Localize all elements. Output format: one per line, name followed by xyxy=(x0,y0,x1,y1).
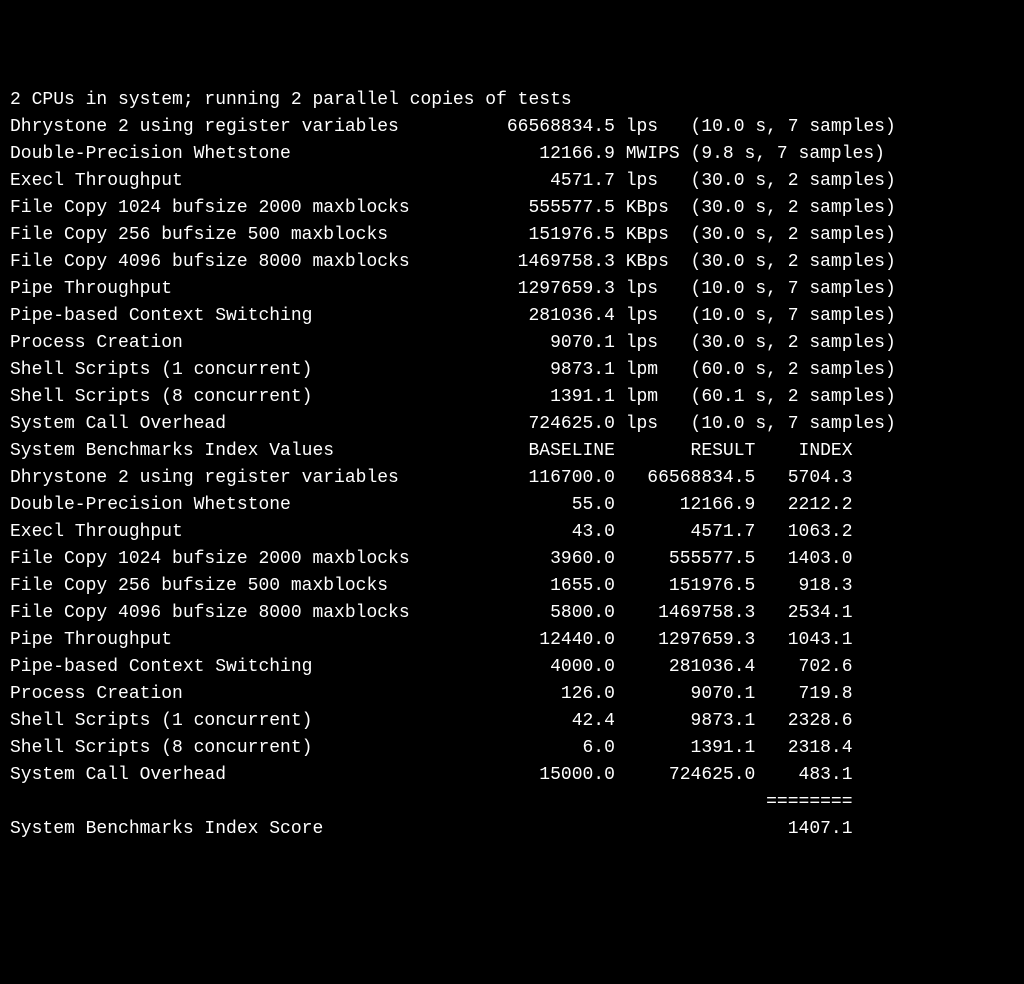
result-row: Shell Scripts (8 concurrent) 1391.1 lpm … xyxy=(10,384,1014,411)
terminal-output: 2 CPUs in system; running 2 parallel cop… xyxy=(10,87,1014,843)
index-row: Shell Scripts (8 concurrent) 6.0 1391.1 … xyxy=(10,735,1014,762)
result-row: System Call Overhead 724625.0 lps (10.0 … xyxy=(10,411,1014,438)
index-row: Execl Throughput 43.0 4571.7 1063.2 xyxy=(10,519,1014,546)
result-row: Process Creation 9070.1 lps (30.0 s, 2 s… xyxy=(10,330,1014,357)
result-row: Pipe Throughput 1297659.3 lps (10.0 s, 7… xyxy=(10,276,1014,303)
result-row: File Copy 1024 bufsize 2000 maxblocks 55… xyxy=(10,195,1014,222)
index-row: File Copy 1024 bufsize 2000 maxblocks 39… xyxy=(10,546,1014,573)
result-row: Dhrystone 2 using register variables 665… xyxy=(10,114,1014,141)
index-row: Process Creation 126.0 9070.1 719.8 xyxy=(10,681,1014,708)
index-score: System Benchmarks Index Score 1407.1 xyxy=(10,816,1014,843)
index-divider: ======== xyxy=(10,789,1014,816)
index-row: System Call Overhead 15000.0 724625.0 48… xyxy=(10,762,1014,789)
index-row: File Copy 256 bufsize 500 maxblocks 1655… xyxy=(10,573,1014,600)
index-row: Pipe Throughput 12440.0 1297659.3 1043.1 xyxy=(10,627,1014,654)
result-row: Execl Throughput 4571.7 lps (30.0 s, 2 s… xyxy=(10,168,1014,195)
result-row: Double-Precision Whetstone 12166.9 MWIPS… xyxy=(10,141,1014,168)
result-row: Shell Scripts (1 concurrent) 9873.1 lpm … xyxy=(10,357,1014,384)
result-row: File Copy 4096 bufsize 8000 maxblocks 14… xyxy=(10,249,1014,276)
index-row: Shell Scripts (1 concurrent) 42.4 9873.1… xyxy=(10,708,1014,735)
result-row: File Copy 256 bufsize 500 maxblocks 1519… xyxy=(10,222,1014,249)
index-row: File Copy 4096 bufsize 8000 maxblocks 58… xyxy=(10,600,1014,627)
index-row: Pipe-based Context Switching 4000.0 2810… xyxy=(10,654,1014,681)
header-line: 2 CPUs in system; running 2 parallel cop… xyxy=(10,87,1014,114)
index-header: System Benchmarks Index Values BASELINE … xyxy=(10,438,1014,465)
index-row: Double-Precision Whetstone 55.0 12166.9 … xyxy=(10,492,1014,519)
index-row: Dhrystone 2 using register variables 116… xyxy=(10,465,1014,492)
result-row: Pipe-based Context Switching 281036.4 lp… xyxy=(10,303,1014,330)
